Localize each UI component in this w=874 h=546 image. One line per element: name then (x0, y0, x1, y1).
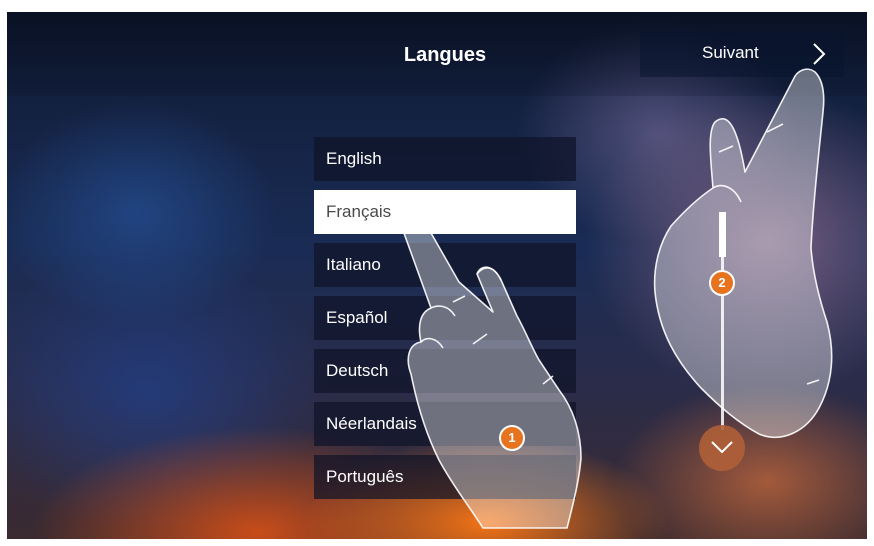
callout-badge-2: 2 (709, 270, 735, 296)
callout-badge-1: 1 (499, 425, 525, 451)
gesture-hands-illustration (402, 68, 833, 529)
screen: Langues Suivant English Français Italian… (7, 12, 867, 539)
